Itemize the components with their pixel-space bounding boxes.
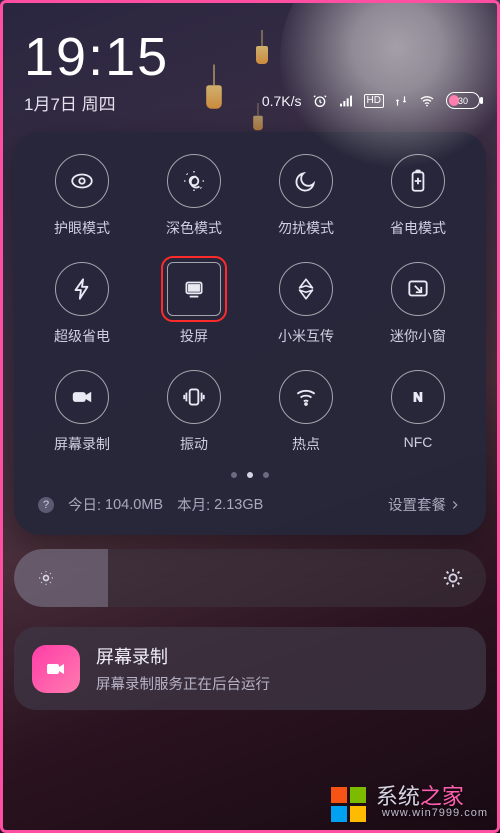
vibrate-icon — [167, 370, 221, 424]
tile-label: 小米互传 — [278, 326, 334, 346]
watermark: 系统之家 www.win7999.com — [331, 785, 488, 823]
tile-nfc[interactable]: NFC — [362, 370, 474, 454]
wifi-status-icon — [418, 93, 436, 109]
mobile-data-icon — [394, 93, 408, 109]
share-icon — [279, 262, 333, 316]
hd-icon: HD — [364, 94, 384, 108]
notification-title: 屏幕录制 — [96, 643, 270, 669]
pip-icon — [391, 262, 445, 316]
page-dot[interactable] — [247, 472, 253, 478]
tile-cast[interactable]: 投屏 — [138, 262, 250, 346]
notification-card[interactable]: 屏幕录制 屏幕录制服务正在后台运行 — [14, 627, 486, 710]
status-indicators: 0.7K/s HD 30 — [262, 92, 480, 109]
quick-settings-panel: 护眼模式 深色模式 勿扰模式 省电模式超级省电 投屏 小米互传 迷你小窗屏幕录制 振动 热点 NF… — [14, 132, 486, 535]
watermark-text-a: 系统 — [376, 784, 420, 809]
eye-icon — [55, 154, 109, 208]
tile-label: 投屏 — [180, 326, 208, 346]
tile-label: 深色模式 — [166, 218, 222, 238]
clock: 19:15 — [24, 30, 478, 84]
cast-icon — [167, 262, 221, 316]
help-icon[interactable]: ? — [38, 497, 54, 513]
watermark-text-b: 之家 — [420, 784, 464, 809]
data-month-value: 2.13GB — [214, 497, 263, 513]
battery-percent: 30 — [447, 93, 479, 108]
wifi-icon — [279, 370, 333, 424]
watermark-url: www.win7999.com — [382, 808, 488, 823]
page-dot[interactable] — [231, 472, 237, 478]
brightness-fill — [14, 549, 108, 607]
tile-screen-record[interactable]: 屏幕录制 — [26, 370, 138, 454]
tile-ultra-saver[interactable]: 超级省电 — [26, 262, 138, 346]
tile-label: NFC — [404, 434, 433, 450]
tile-label: 勿扰模式 — [278, 218, 334, 238]
data-usage-row: ? 今日: 104.0MB 本月: 2.13GB 设置套餐 — [26, 488, 474, 523]
data-today-label: 今日: — [68, 494, 101, 515]
notification-body: 屏幕录制服务正在后台运行 — [96, 673, 270, 694]
tile-mi-share[interactable]: 小米互传 — [250, 262, 362, 346]
tile-label: 迷你小窗 — [390, 326, 446, 346]
notification-text: 屏幕录制 屏幕录制服务正在后台运行 — [96, 643, 270, 694]
brightness-low-icon — [36, 568, 56, 588]
tile-label: 振动 — [180, 434, 208, 454]
data-month-label: 本月: — [177, 494, 210, 515]
tile-label: 超级省电 — [54, 326, 110, 346]
windows-logo-icon — [331, 787, 366, 822]
video-icon — [55, 370, 109, 424]
alarm-icon — [312, 93, 328, 109]
page-indicator — [26, 472, 474, 478]
data-today-value: 104.0MB — [105, 497, 163, 513]
bolt-icon — [55, 262, 109, 316]
battery-indicator: 30 — [446, 92, 480, 109]
page-dot[interactable] — [263, 472, 269, 478]
data-plan-link[interactable]: 设置套餐 — [388, 494, 462, 515]
recorder-app-icon — [32, 645, 80, 693]
sun-moon-icon — [167, 154, 221, 208]
tile-label: 省电模式 — [390, 218, 446, 238]
moon-icon — [279, 154, 333, 208]
tile-label: 热点 — [292, 434, 320, 454]
status-bar: 19:15 1月7日 周四 0.7K/s HD 30 — [0, 0, 500, 124]
tile-hotspot[interactable]: 热点 — [250, 370, 362, 454]
quick-tiles-grid: 护眼模式 深色模式 勿扰模式 省电模式超级省电 投屏 小米互传 迷你小窗屏幕录制 振动 热点 NF… — [26, 154, 474, 454]
brightness-high-icon — [442, 567, 464, 589]
tile-eye-care[interactable]: 护眼模式 — [26, 154, 138, 238]
brightness-slider[interactable] — [14, 549, 486, 607]
nfc-icon — [391, 370, 445, 424]
tile-dark-mode[interactable]: 深色模式 — [138, 154, 250, 238]
signal-icon — [338, 93, 354, 109]
tile-label: 护眼模式 — [54, 218, 110, 238]
tile-label: 屏幕录制 — [54, 434, 110, 454]
tile-mini-window[interactable]: 迷你小窗 — [362, 262, 474, 346]
tile-vibrate[interactable]: 振动 — [138, 370, 250, 454]
network-speed: 0.7K/s — [262, 93, 302, 109]
